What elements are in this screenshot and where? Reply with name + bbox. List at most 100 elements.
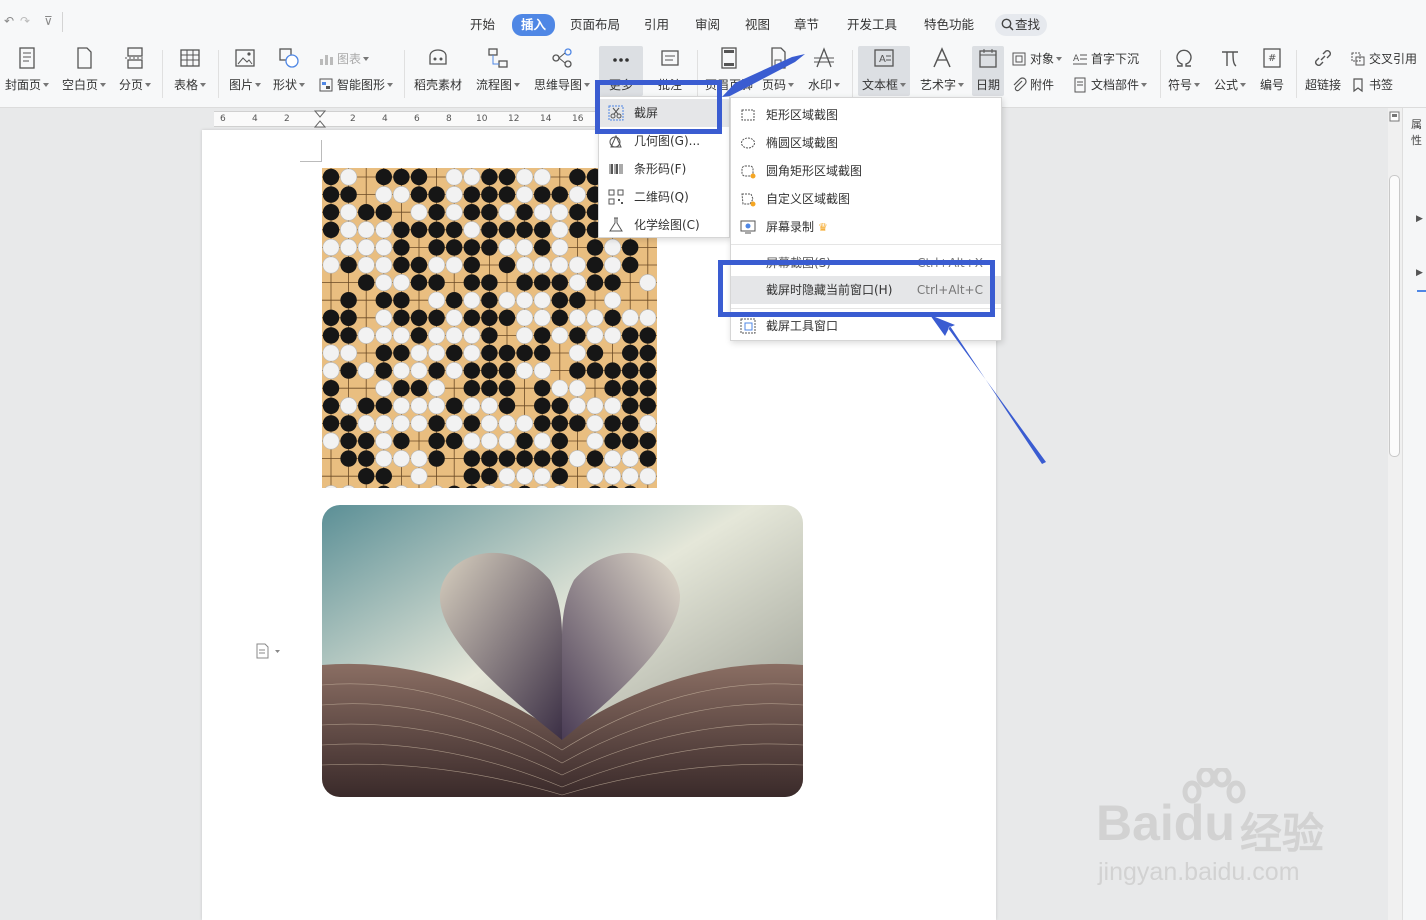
watermark-url: jingyan.baidu.com bbox=[1098, 858, 1300, 886]
cross-reference-button[interactable]: 交叉引用 bbox=[1350, 50, 1417, 67]
header-footer-button[interactable]: 页眉页脚 bbox=[704, 46, 754, 93]
page-break-icon bbox=[125, 47, 145, 69]
smart-art-icon bbox=[319, 78, 333, 92]
watermark-icon bbox=[814, 47, 834, 68]
tab-insert[interactable]: 插入 bbox=[512, 14, 556, 36]
ruler-tick-label: 8 bbox=[446, 114, 452, 124]
menu-item-ellipse-capture[interactable]: 椭圆区域截图 bbox=[731, 129, 1001, 157]
paragraph-layout-icon[interactable] bbox=[256, 643, 282, 659]
tab-developer[interactable]: 开发工具 bbox=[841, 14, 903, 36]
scissors-icon bbox=[608, 105, 624, 121]
tab-page-layout[interactable]: 页面布局 bbox=[564, 14, 626, 36]
page-number-button[interactable]: 页码 bbox=[760, 46, 796, 93]
page-number-label: 页码 bbox=[761, 78, 786, 92]
expand-arrow-icon[interactable]: ▶ bbox=[1416, 268, 1423, 278]
panel-collapse-icon[interactable] bbox=[1389, 111, 1400, 122]
tab-references[interactable]: 引用 bbox=[638, 14, 675, 36]
blank-page-button[interactable]: 空白页 bbox=[61, 46, 107, 93]
menu-item-qrcode[interactable]: 二维码(Q) bbox=[599, 183, 729, 211]
picture-button[interactable]: 图片 bbox=[227, 46, 263, 93]
hyperlink-label: 超链接 bbox=[1304, 78, 1341, 92]
material-icon bbox=[429, 49, 447, 65]
menu-item-label: 屏幕录制 bbox=[766, 220, 815, 234]
textbox-icon: A bbox=[874, 49, 894, 67]
heart-book-image[interactable] bbox=[322, 505, 803, 797]
menu-item-barcode[interactable]: 条形码(F) bbox=[599, 155, 729, 183]
watermark-button[interactable]: 水印 bbox=[806, 46, 842, 93]
numbering-label: 编号 bbox=[1259, 78, 1284, 92]
menu-item-tool-window[interactable]: 截屏工具窗口 bbox=[731, 312, 1001, 340]
geometry-icon bbox=[609, 134, 622, 148]
blank-page-label: 空白页 bbox=[61, 78, 98, 92]
smart-art-button[interactable]: 智能图形 bbox=[318, 76, 394, 93]
tab-features[interactable]: 特色功能 bbox=[918, 14, 980, 36]
scrollbar-thumb[interactable] bbox=[1389, 175, 1400, 457]
page-break-button[interactable]: 分页 bbox=[117, 46, 153, 93]
menu-item-label: 二维码(Q) bbox=[634, 190, 689, 204]
ruler-tick-label: 10 bbox=[476, 114, 488, 124]
shape-label: 形状 bbox=[272, 78, 297, 92]
header-footer-icon bbox=[721, 47, 737, 69]
more-dots-icon bbox=[613, 58, 629, 62]
menu-item-screen-record[interactable]: 屏幕录制 ♛ bbox=[731, 213, 1001, 241]
tab-review[interactable]: 审阅 bbox=[689, 14, 726, 36]
menu-item-custom-capture[interactable]: 自定义区域截图 bbox=[731, 185, 1001, 213]
search-button[interactable]: 查找 bbox=[995, 14, 1047, 36]
divider bbox=[1296, 50, 1297, 98]
menu-item-chemistry[interactable]: 化学绘图(C) bbox=[599, 211, 729, 239]
shape-icon bbox=[279, 48, 299, 68]
menu-item-rect-capture[interactable]: 矩形区域截图 bbox=[731, 101, 1001, 129]
object-button[interactable]: 对象 bbox=[1011, 50, 1063, 67]
date-button[interactable]: 日期 bbox=[972, 46, 1004, 96]
menu-item-label: 截屏时隐藏当前窗口(H) bbox=[766, 283, 893, 297]
expand-arrow-icon[interactable]: ▶ bbox=[1416, 214, 1423, 224]
attachment-button[interactable]: 附件 bbox=[1011, 76, 1054, 93]
more-dropdown-menu: 截屏 几何图(G)... 条形码(F) 二维码(Q) 化学绘图(C) bbox=[598, 96, 730, 238]
comment-button[interactable]: 批注 bbox=[652, 46, 688, 93]
hyperlink-button[interactable]: 超链接 bbox=[1302, 46, 1344, 93]
flowchart-icon bbox=[488, 48, 508, 68]
more-button[interactable]: 更多 bbox=[599, 46, 643, 96]
menu-item-rounded-capture[interactable]: 圆角矩形区域截图 bbox=[731, 157, 1001, 185]
barcode-icon bbox=[609, 164, 623, 174]
tab-home[interactable]: 开始 bbox=[464, 14, 501, 36]
cross-reference-icon bbox=[1351, 52, 1365, 66]
formula-button[interactable]: 公式 bbox=[1212, 46, 1248, 93]
drop-cap-button[interactable]: A 首字下沉 bbox=[1072, 50, 1139, 67]
vip-crown-icon: ♛ bbox=[818, 221, 828, 234]
symbol-button[interactable]: 符号 bbox=[1166, 46, 1202, 93]
chart-button[interactable]: 图表 bbox=[318, 50, 370, 67]
tab-chapter[interactable]: 章节 bbox=[788, 14, 825, 36]
table-button[interactable]: 表格 bbox=[172, 46, 208, 93]
qrcode-icon bbox=[608, 189, 624, 205]
material-button[interactable]: 稻壳素材 bbox=[412, 46, 464, 93]
numbering-button[interactable]: # 编号 bbox=[1256, 46, 1288, 93]
mindmap-button[interactable]: 思维导图 bbox=[533, 46, 591, 93]
paperclip-icon bbox=[1013, 77, 1027, 92]
menu-item-screenshot[interactable]: 截屏 bbox=[599, 99, 729, 127]
ruler-tick-label: 16 bbox=[572, 114, 584, 124]
smart-art-label: 智能图形 bbox=[337, 78, 386, 92]
menu-item-label: 化学绘图(C) bbox=[634, 218, 700, 232]
tab-view[interactable]: 视图 bbox=[739, 14, 776, 36]
tool-window-icon bbox=[740, 318, 756, 334]
textbox-label: 文本框 bbox=[861, 78, 898, 92]
flowchart-button[interactable]: 流程图 bbox=[475, 46, 521, 93]
menu-item-screen-capture[interactable]: 屏幕截图(S) Ctrl+Alt+X bbox=[731, 249, 1001, 277]
textbox-button[interactable]: A 文本框 bbox=[858, 46, 910, 96]
document-part-button[interactable]: 文档部件 bbox=[1072, 76, 1148, 93]
watermark-label: 水印 bbox=[807, 78, 832, 92]
art-text-icon bbox=[933, 47, 951, 68]
divider bbox=[852, 50, 853, 98]
menu-item-geometry[interactable]: 几何图(G)... bbox=[599, 127, 729, 155]
indent-marker-icon[interactable] bbox=[314, 110, 326, 130]
shortcut-label: Ctrl+Alt+X bbox=[917, 256, 983, 270]
drop-cap-label: 首字下沉 bbox=[1091, 52, 1140, 66]
art-text-button[interactable]: 艺术字 bbox=[918, 46, 966, 93]
cover-page-button[interactable]: 封面页 bbox=[4, 46, 50, 93]
shape-button[interactable]: 形状 bbox=[271, 46, 307, 93]
numbering-icon: # bbox=[1263, 48, 1281, 68]
menu-item-hide-window[interactable]: 截屏时隐藏当前窗口(H) Ctrl+Alt+C bbox=[731, 276, 1001, 304]
bookmark-button[interactable]: 书签 bbox=[1350, 76, 1393, 93]
custom-select-icon bbox=[741, 193, 756, 207]
